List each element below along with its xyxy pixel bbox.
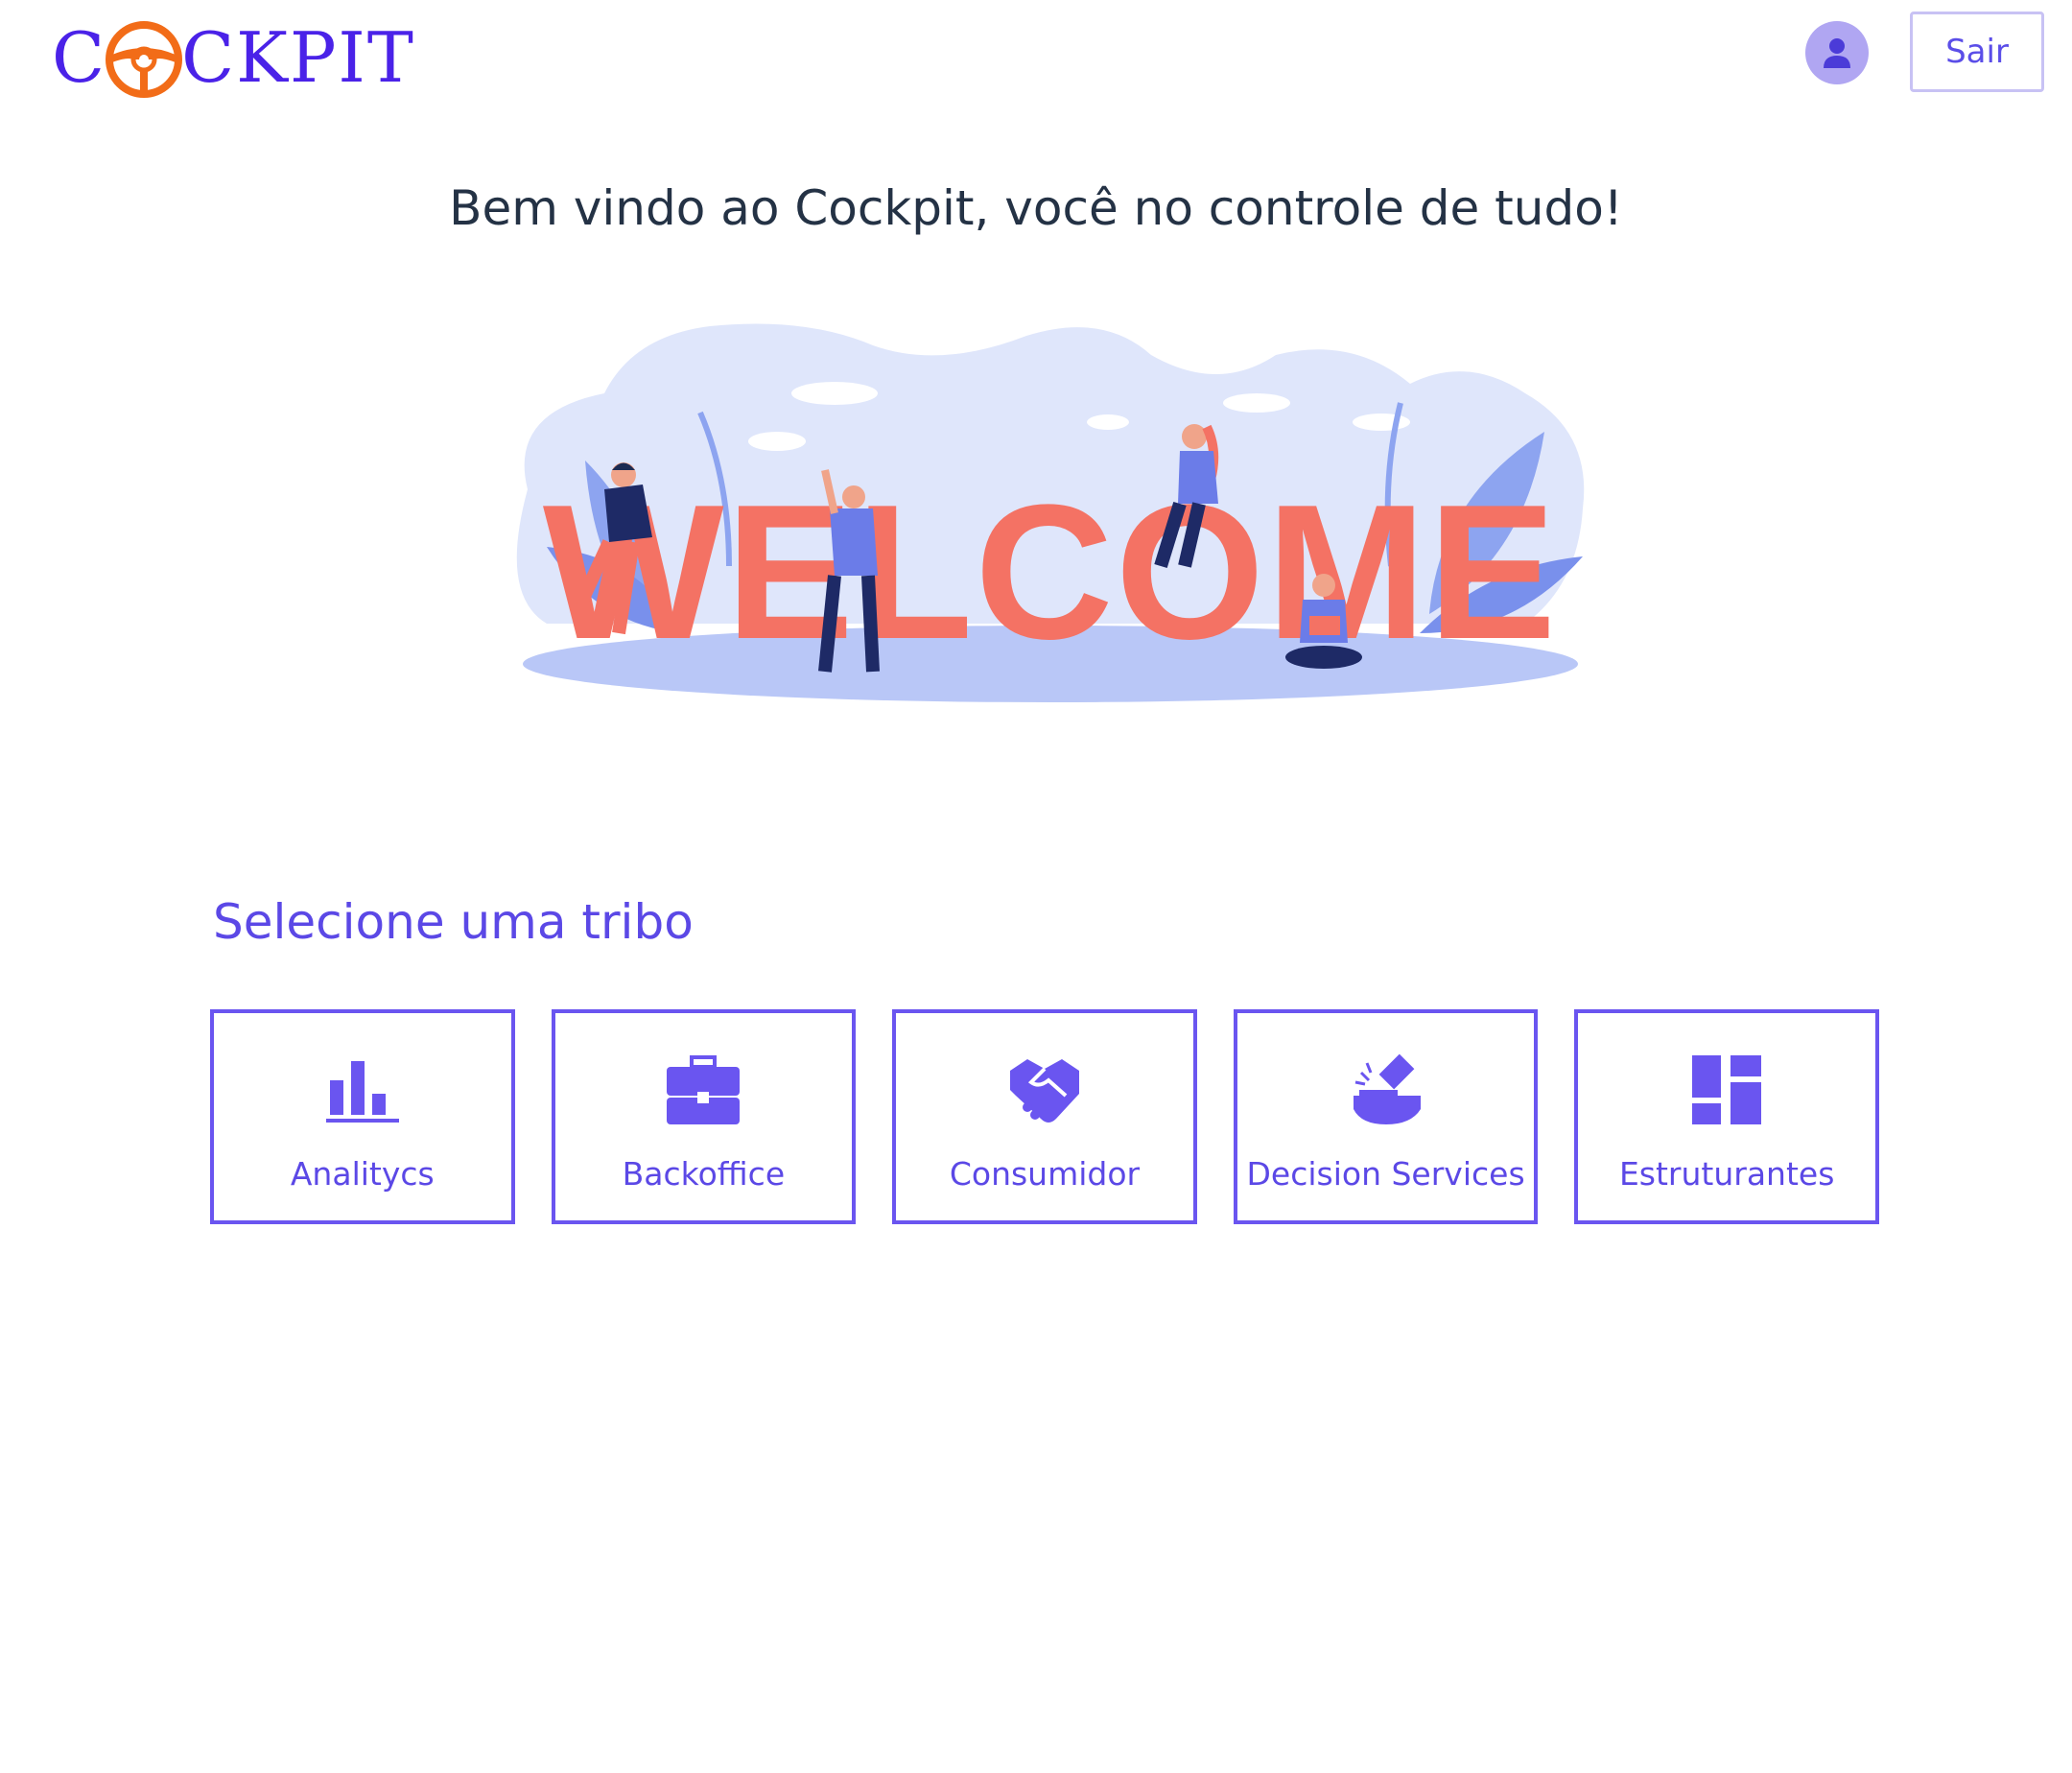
tribe-card-consumidor[interactable]: Consumidor [892, 1009, 1197, 1224]
header: C CKPIT Sair [0, 0, 2072, 115]
tribe-label: Decision Services [1246, 1155, 1525, 1193]
tribe-card-backoffice[interactable]: Backoffice [551, 1009, 857, 1224]
tribe-label: Estruturantes [1618, 1155, 1835, 1193]
steering-wheel-icon [105, 20, 183, 99]
handshake-icon [1006, 1052, 1083, 1128]
section-title: Selecione uma tribo [213, 894, 694, 950]
tribe-list: Analitycs Backoffice Consumidor Decision… [210, 1009, 1879, 1224]
tribe-card-estruturantes[interactable]: Estruturantes [1574, 1009, 1879, 1224]
welcome-message: Bem vindo ao Cockpit, você no controle d… [449, 180, 1623, 236]
bar-chart-icon [324, 1052, 401, 1128]
welcome-illustration-word: WELCOME [543, 465, 1558, 679]
tribe-label: Backoffice [622, 1155, 786, 1193]
user-icon [1824, 38, 1850, 68]
briefcase-icon [665, 1052, 742, 1128]
tribe-label: Analitycs [290, 1155, 435, 1193]
tribe-label: Consumidor [949, 1155, 1141, 1193]
welcome-illustration: WELCOME [489, 317, 1612, 710]
tribe-card-analitycs[interactable]: Analitycs [210, 1009, 515, 1224]
app-logo[interactable]: C CKPIT [52, 10, 415, 106]
logo-letter-c: C [52, 17, 107, 98]
dashboard-icon [1688, 1052, 1765, 1128]
tribe-card-decision-services[interactable]: Decision Services [1233, 1009, 1539, 1224]
logo-text: CKPIT [181, 17, 415, 98]
logout-button[interactable]: Sair [1910, 12, 2044, 92]
gavel-icon [1348, 1052, 1424, 1128]
user-avatar[interactable] [1805, 21, 1869, 84]
